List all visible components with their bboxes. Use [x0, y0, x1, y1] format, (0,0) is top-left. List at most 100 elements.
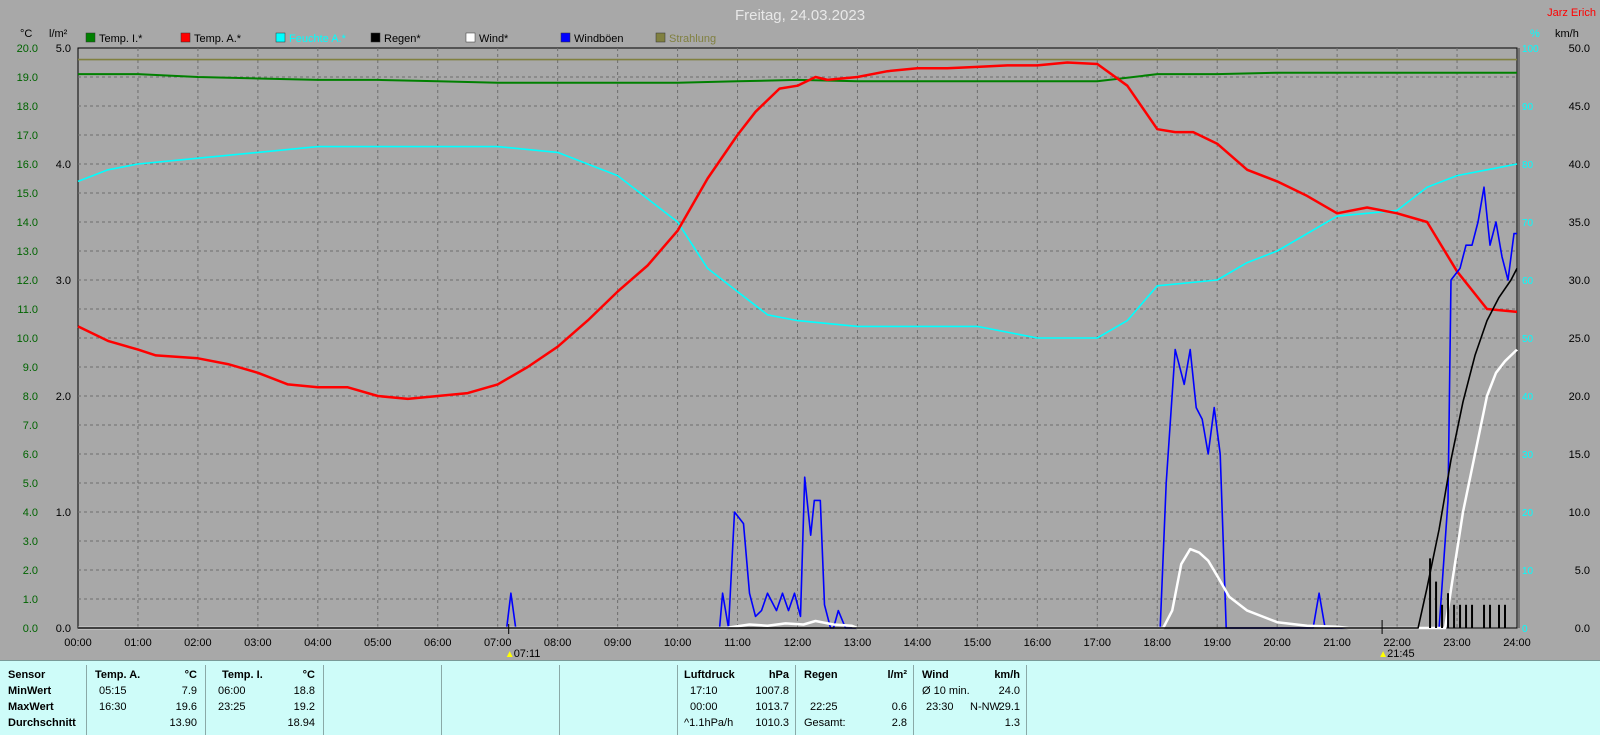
rain-tick-label: 0.0	[56, 623, 71, 635]
temp-tick-label: 4.0	[23, 507, 38, 519]
wind-average: 1.3	[1004, 717, 1020, 729]
x-tick-label: 01:00	[124, 637, 152, 649]
wind-10min-label: Ø 10 min.	[922, 685, 970, 697]
temp-tick-label: 3.0	[23, 536, 38, 548]
temp-a-max-time: 16:30	[99, 701, 127, 713]
luftdruck-max-value: 1013.7	[755, 701, 789, 713]
legend-swatch	[370, 32, 381, 43]
legend-label: Wind*	[479, 33, 509, 45]
temp-i-max-value: 19.2	[293, 701, 315, 713]
legend-label: Temp. A.*	[194, 33, 242, 45]
temp-tick-label: 9.0	[23, 362, 38, 374]
wind-tick-label: 40.0	[1569, 159, 1590, 171]
temp-tick-label: 5.0	[23, 478, 38, 490]
rain-tick-label: 3.0	[56, 275, 71, 287]
unit-percent-label: %	[1530, 28, 1540, 40]
empty-column-4	[1026, 665, 1600, 735]
humidity-tick-label: 40	[1522, 392, 1534, 403]
chart-legend: Temp. I.* Temp. A.* Feuchte A.* Regen* Wind*…	[85, 32, 716, 45]
temp-tick-label: 0.0	[23, 623, 38, 635]
legend-label: Regen*	[384, 33, 421, 45]
regen-title: Regen	[804, 669, 838, 681]
x-tick-label: 07:00	[484, 637, 512, 649]
unit-temp-label: °C	[20, 28, 32, 40]
x-tick-label: 11:00	[724, 637, 751, 649]
temp-tick-label: 11.0	[17, 304, 38, 316]
sunrise-label: 07:11	[514, 648, 541, 660]
temp-i-title: Temp. I.	[222, 669, 263, 681]
temp-tick-label: 1.0	[23, 594, 38, 606]
x-tick-label: 18:00	[1143, 637, 1171, 649]
luftdruck-title: Luftdruck	[684, 669, 735, 681]
x-tick-label: 15:00	[964, 637, 992, 649]
empty-column-2	[441, 665, 559, 735]
humidity-tick-label: 80	[1522, 160, 1534, 171]
x-tick-label: 08:00	[544, 637, 572, 649]
wind-tick-label: 10.0	[1569, 507, 1590, 519]
regen-unit: l/m²	[887, 669, 907, 681]
x-tick-label: 17:00	[1084, 637, 1112, 649]
temp-a-max-value: 19.6	[175, 701, 197, 713]
x-tick-label: 20:00	[1263, 637, 1291, 649]
regen-max-time: 22:25	[810, 701, 838, 713]
x-tick-label: 13:00	[844, 637, 872, 649]
luftdruck-min-time: 17:10	[690, 685, 718, 697]
legend-swatch	[655, 32, 666, 43]
temp-tick-label: 10.0	[17, 333, 38, 345]
sunset-label: 21:45	[1387, 648, 1415, 660]
wind-column: Wind km/h Ø 10 min. 24.0 23:30 N-NW 29.1…	[913, 665, 1026, 735]
rain-tick-label: 5.0	[56, 43, 71, 55]
x-tick-label: 10:00	[664, 637, 692, 649]
luftdruck-min-value: 1007.8	[755, 685, 789, 697]
humidity-tick-label: 70	[1522, 218, 1534, 229]
x-tick-label: 24:00	[1503, 637, 1531, 649]
legend-swatch	[275, 32, 286, 43]
humidity-tick-label: 50	[1522, 334, 1534, 345]
legend-swatch	[85, 32, 96, 43]
wind-max-value: 29.1	[998, 701, 1020, 713]
temp-tick-label: 12.0	[17, 275, 38, 287]
temp-tick-label: 7.0	[23, 420, 38, 432]
empty-column-1	[323, 665, 441, 735]
temp-tick-label: 2.0	[23, 565, 38, 577]
x-tick-label: 09:00	[604, 637, 632, 649]
temp-a-title: Temp. A.	[95, 669, 141, 681]
temp-i-column: Temp. I. °C 06:00 18.8 23:25 19.2 18.94	[205, 665, 323, 735]
sensor-header: Sensor	[8, 669, 46, 681]
wind-max-time: 23:30	[926, 701, 954, 713]
rain-tick-label: 4.0	[56, 159, 71, 171]
luftdruck-max-time: 00:00	[690, 701, 718, 713]
temp-i-average: 18.94	[287, 717, 315, 729]
luftdruck-average: 1010.3	[755, 717, 789, 729]
humidity-tick-label: 60	[1522, 276, 1534, 287]
legend-swatch	[180, 32, 191, 43]
stats-table: Sensor MinWert MaxWert Durchschnitt Temp…	[0, 660, 1600, 735]
wind-tick-label: 30.0	[1569, 275, 1590, 287]
humidity-tick-label: 90	[1522, 102, 1534, 113]
x-tick-label: 16:00	[1024, 637, 1052, 649]
temp-a-min-time: 05:15	[99, 685, 127, 697]
temp-a-unit: °C	[184, 669, 197, 681]
humidity-tick-label: 10	[1522, 566, 1534, 577]
temp-tick-label: 15.0	[17, 188, 38, 200]
row-label-min: MinWert	[8, 685, 52, 697]
x-tick-label: 23:00	[1443, 637, 1471, 649]
legend-label: Feuchte A.*	[289, 33, 347, 45]
author-label: Jarz Erich	[1547, 7, 1596, 19]
unit-rain-label: l/m²	[49, 28, 68, 40]
x-tick-label: 14:00	[904, 637, 932, 649]
legend-label: Strahlung	[669, 33, 716, 45]
unit-wind-label: km/h	[1555, 28, 1579, 40]
x-tick-label: 00:00	[64, 637, 92, 649]
x-tick-label: 06:00	[424, 637, 452, 649]
regen-max-value: 0.6	[891, 701, 907, 713]
wind-tick-label: 35.0	[1569, 217, 1590, 229]
temp-tick-label: 17.0	[17, 130, 38, 142]
rain-tick-label: 2.0	[56, 391, 71, 403]
x-tick-label: 12:00	[784, 637, 812, 649]
luftdruck-column: Luftdruck hPa 17:10 1007.8 00:00 1013.7 …	[677, 665, 795, 735]
row-label-avg: Durchschnitt	[8, 717, 76, 729]
temp-tick-label: 19.0	[17, 72, 38, 84]
wind-10min-value: 24.0	[998, 685, 1020, 697]
temp-i-min-value: 18.8	[293, 685, 315, 697]
